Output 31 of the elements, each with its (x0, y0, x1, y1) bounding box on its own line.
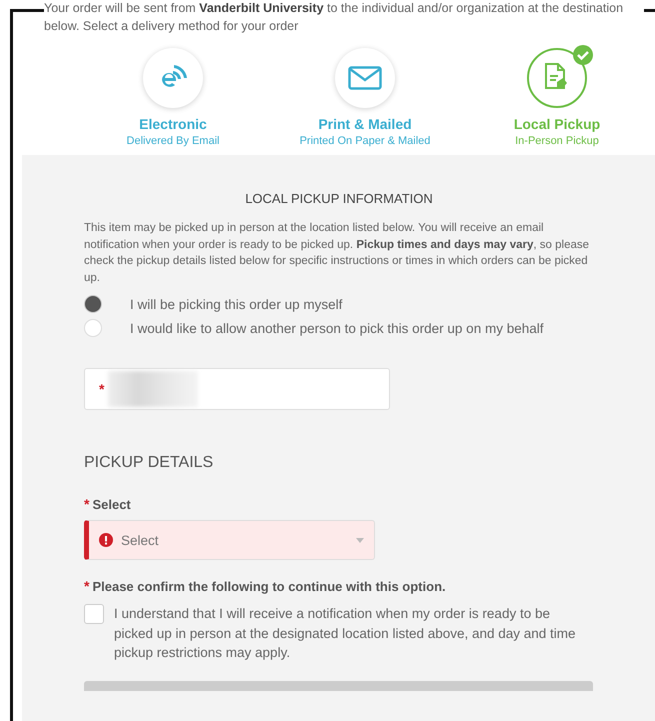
select-placeholder: Select (121, 532, 159, 548)
select-dropdown[interactable]: Select (84, 520, 375, 560)
required-mark: * (84, 496, 90, 512)
radio-button[interactable] (84, 295, 102, 313)
name-field[interactable]: * (84, 368, 390, 410)
field-label: Please confirm the following to continue with this option. (92, 578, 446, 594)
delivery-option[interactable]: Print & Mailed Printed On Paper & Mailed (269, 48, 461, 147)
field-label: Select (92, 496, 131, 512)
pickup-info-text: This item may be picked up in person at the location listed below. You will receive an email notification when your order is ready to be picked up. Pickup times and days may vary, so please check the pickup details listed below for specific instructions or times in which orders can be picked up. (84, 221, 590, 286)
option-subtitle: Delivered By Email (126, 135, 220, 147)
radio-button[interactable] (84, 319, 102, 337)
caret-icon (356, 538, 364, 542)
delivery-option[interactable]: Local Pickup In-Person Pickup (461, 48, 653, 147)
required-mark: * (99, 381, 104, 397)
radio-option[interactable]: I will be picking this order up myself (84, 292, 655, 316)
required-mark: * (84, 578, 90, 594)
section-heading: LOCAL PICKUP INFORMATION (244, 191, 434, 206)
option-subtitle: In-Person Pickup (515, 135, 599, 147)
section-heading: PICKUP DETAILS (84, 454, 214, 472)
option-subtitle: Printed On Paper & Mailed (300, 135, 430, 147)
envelope-icon (348, 66, 382, 90)
option-title: Electronic (139, 116, 207, 132)
option-title: Local Pickup (514, 116, 600, 132)
delivery-option[interactable]: Electronic Delivered By Email (77, 48, 269, 147)
error-icon (99, 533, 113, 547)
confirm-text: I understand that I will receive a notification when my order is ready to be picked up in person at the designated location listed above, and day and time pickup restrictions may apply. (114, 605, 577, 662)
intro-text: Your order will be sent from Vanderbilt University to the individual and/or organization at the destination below. Select a delivery method for your order (44, 0, 644, 35)
radio-option[interactable]: I would like to allow another person to pick this order up on my behalf (84, 316, 655, 340)
check-badge-icon (573, 45, 593, 65)
checkbox[interactable] (84, 604, 104, 624)
option-title: Print & Mailed (318, 116, 412, 132)
